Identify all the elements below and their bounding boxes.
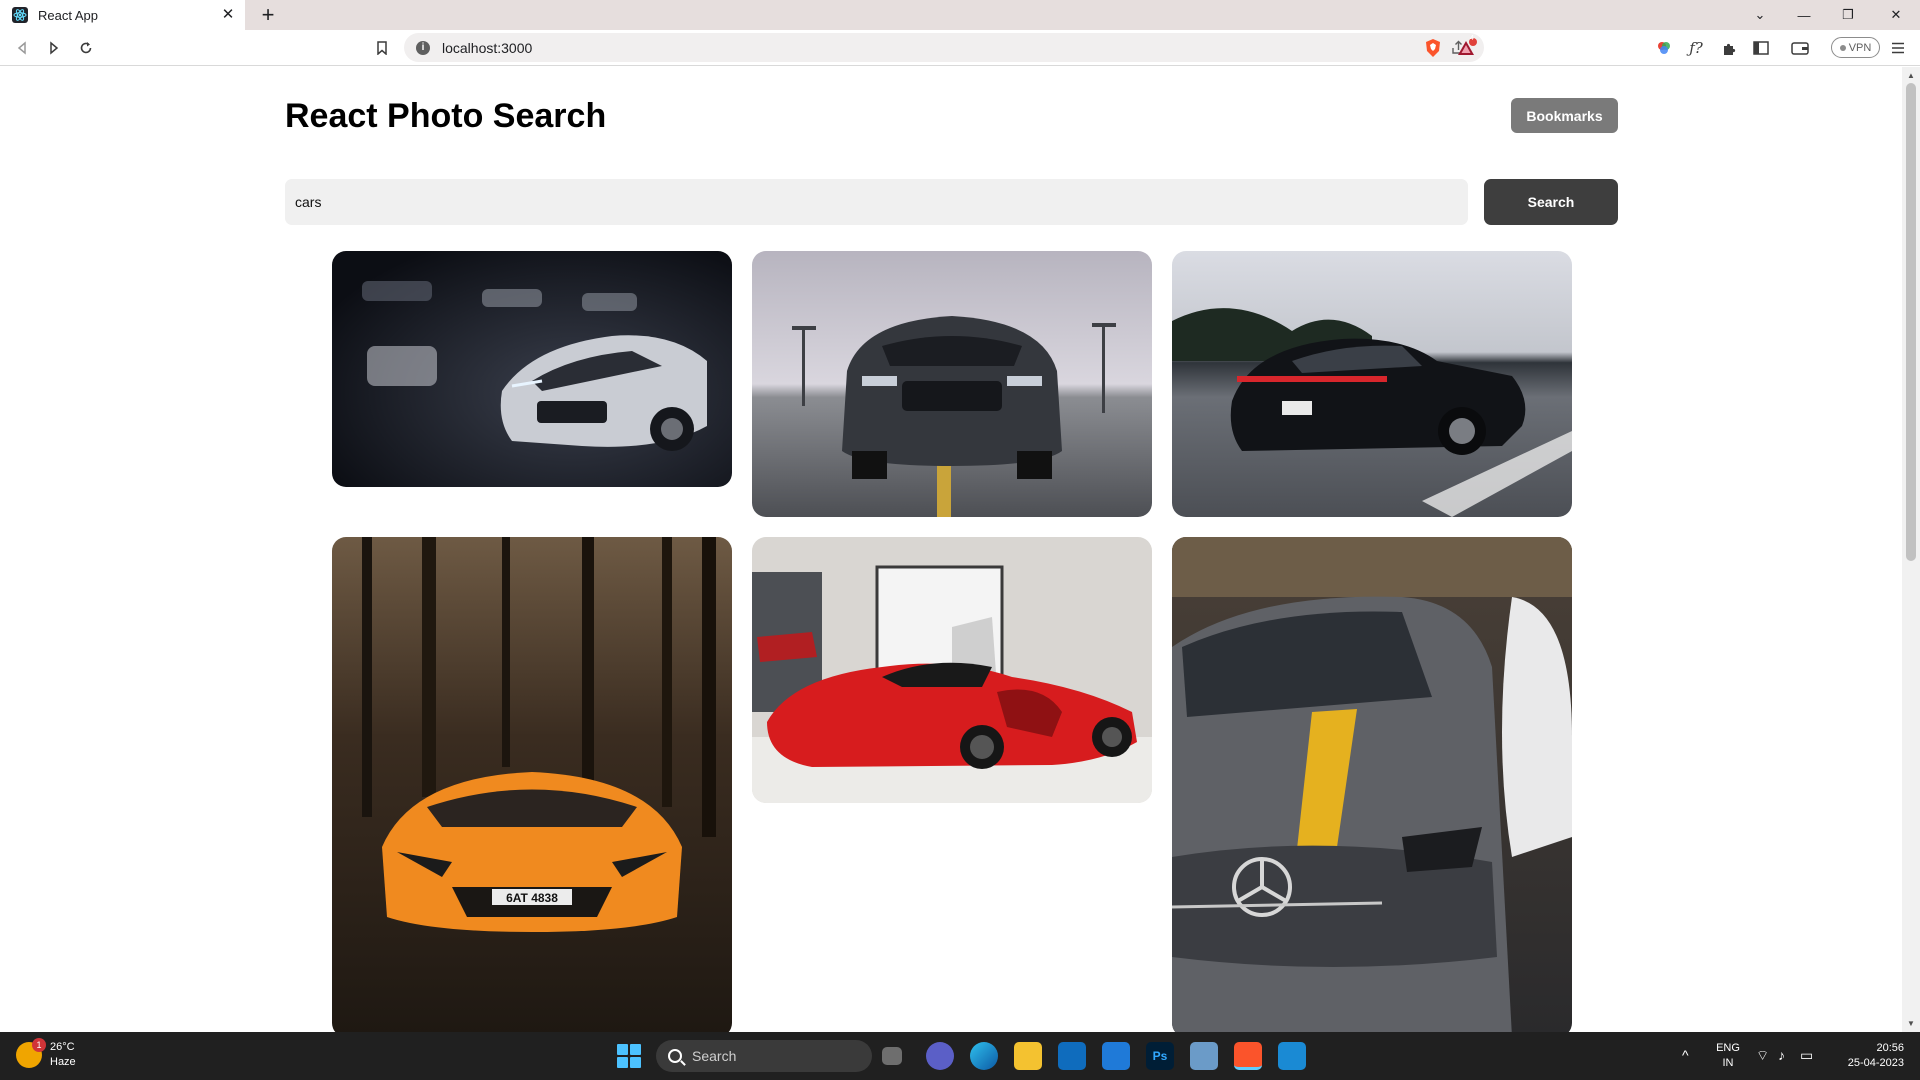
lang-line1: ENG — [1716, 1042, 1740, 1054]
back-icon[interactable] — [10, 36, 34, 60]
vpn-label: VPN — [1848, 41, 1872, 54]
close-tab-icon[interactable]: ✕ — [219, 6, 237, 24]
page-viewport: React Photo Search Bookmarks cars Search — [0, 67, 1902, 1032]
photo-card[interactable] — [332, 251, 732, 487]
brave-shields-icon[interactable] — [1421, 36, 1445, 60]
address-bar[interactable]: i localhost:3000 — [404, 33, 1484, 62]
weather-badge: 1 — [32, 1038, 46, 1052]
file-explorer-icon[interactable] — [1014, 1042, 1042, 1070]
taskbar: 1 26°C Haze Search Ps ^ ENG IN ⌔ ♪ ▭ 20:… — [0, 1032, 1920, 1080]
brave-rewards-icon[interactable]: 4 — [1455, 35, 1479, 60]
close-window-icon[interactable]: ✕ — [1874, 0, 1918, 30]
search-button[interactable]: Search — [1484, 179, 1618, 225]
start-windows-icon[interactable] — [617, 1044, 641, 1068]
vpn-status-icon — [1839, 44, 1846, 51]
forward-icon[interactable] — [42, 36, 66, 60]
new-tab-button[interactable]: + — [256, 3, 280, 27]
weather-haze-icon: 1 — [16, 1038, 46, 1068]
page-title: React Photo Search — [285, 97, 607, 135]
svg-text:6AT 4838: 6AT 4838 — [506, 891, 558, 905]
edge-icon[interactable] — [970, 1042, 998, 1070]
minimize-icon[interactable]: — — [1782, 0, 1826, 30]
colorful-extension-icon[interactable] — [1652, 36, 1676, 60]
clock-time: 20:56 — [1876, 1042, 1904, 1054]
sidebar-icon[interactable] — [1749, 36, 1773, 60]
car-photo-image — [1172, 251, 1572, 517]
taskbar-search-label: Search — [692, 1048, 737, 1064]
photo-card[interactable] — [752, 537, 1152, 803]
scroll-up-icon[interactable]: ▲ — [1907, 71, 1915, 80]
clock[interactable]: 20:56 25-04-2023 — [1832, 1041, 1904, 1071]
search-icon — [668, 1049, 682, 1063]
reload-icon[interactable] — [74, 36, 98, 60]
car-photo-image — [1172, 537, 1572, 1032]
photo-card[interactable] — [1172, 537, 1572, 1032]
photos-icon[interactable] — [1190, 1042, 1218, 1070]
tab-title: React App — [38, 7, 98, 23]
formula-extension-icon[interactable]: ƒ? — [1684, 36, 1708, 60]
ms-store-icon[interactable] — [1058, 1042, 1086, 1070]
photo-card[interactable] — [1172, 251, 1572, 517]
chevron-up-icon[interactable]: ^ — [1682, 1047, 1689, 1063]
task-view-icon[interactable] — [882, 1047, 902, 1065]
url-text: localhost:3000 — [442, 39, 533, 56]
volume-icon[interactable]: ♪ — [1778, 1047, 1785, 1063]
photo-card[interactable] — [752, 251, 1152, 517]
car-photo-image — [752, 251, 1152, 517]
restore-icon[interactable]: ❐ — [1826, 0, 1870, 30]
taskbar-search[interactable]: Search — [656, 1040, 872, 1072]
teams-chat-icon[interactable] — [926, 1042, 954, 1070]
scrollbar-thumb[interactable] — [1906, 83, 1916, 561]
weather-widget[interactable]: 1 26°C Haze — [16, 1038, 76, 1070]
car-photo-image — [752, 537, 1152, 803]
page-scrollbar[interactable]: ▲ ▼ — [1902, 67, 1920, 1032]
bookmarks-button[interactable]: Bookmarks — [1511, 98, 1618, 133]
tab-strip: React App ✕ + ⌄ — ❐ ✕ — [0, 0, 1920, 30]
mail-icon[interactable] — [1102, 1042, 1130, 1070]
tab-list-chevron-icon[interactable]: ⌄ — [1738, 0, 1782, 30]
browser-toolbar: i localhost:3000 4 ƒ? VPN — [0, 30, 1920, 66]
search-input[interactable]: cars — [285, 179, 1468, 225]
browser-tab[interactable]: React App ✕ — [0, 0, 245, 30]
vpn-button[interactable]: VPN — [1831, 37, 1880, 58]
weather-desc: Haze — [50, 1056, 76, 1068]
react-icon — [12, 7, 28, 23]
lang-line2: IN — [1722, 1057, 1734, 1069]
car-photo-image — [332, 251, 732, 487]
clock-date: 25-04-2023 — [1847, 1057, 1904, 1069]
extensions-puzzle-icon[interactable] — [1717, 36, 1741, 60]
menu-icon[interactable] — [1886, 36, 1910, 60]
rewards-badge: 4 — [1470, 35, 1474, 42]
brave-taskbar-icon[interactable] — [1234, 1042, 1262, 1070]
wallet-icon[interactable] — [1788, 36, 1812, 60]
vscode-icon[interactable] — [1278, 1042, 1306, 1070]
bookmark-icon[interactable] — [370, 36, 394, 60]
weather-temp: 26°C — [50, 1041, 75, 1053]
photoshop-icon[interactable]: Ps — [1146, 1042, 1174, 1070]
scroll-down-icon[interactable]: ▼ — [1907, 1019, 1915, 1028]
site-info-icon[interactable]: i — [416, 40, 430, 55]
battery-icon[interactable]: ▭ — [1800, 1047, 1813, 1064]
car-photo-image: 6AT 4838 — [332, 537, 732, 1032]
wifi-icon[interactable]: ⌔ — [1756, 1047, 1769, 1065]
photo-card[interactable]: 6AT 4838 — [332, 537, 732, 1032]
